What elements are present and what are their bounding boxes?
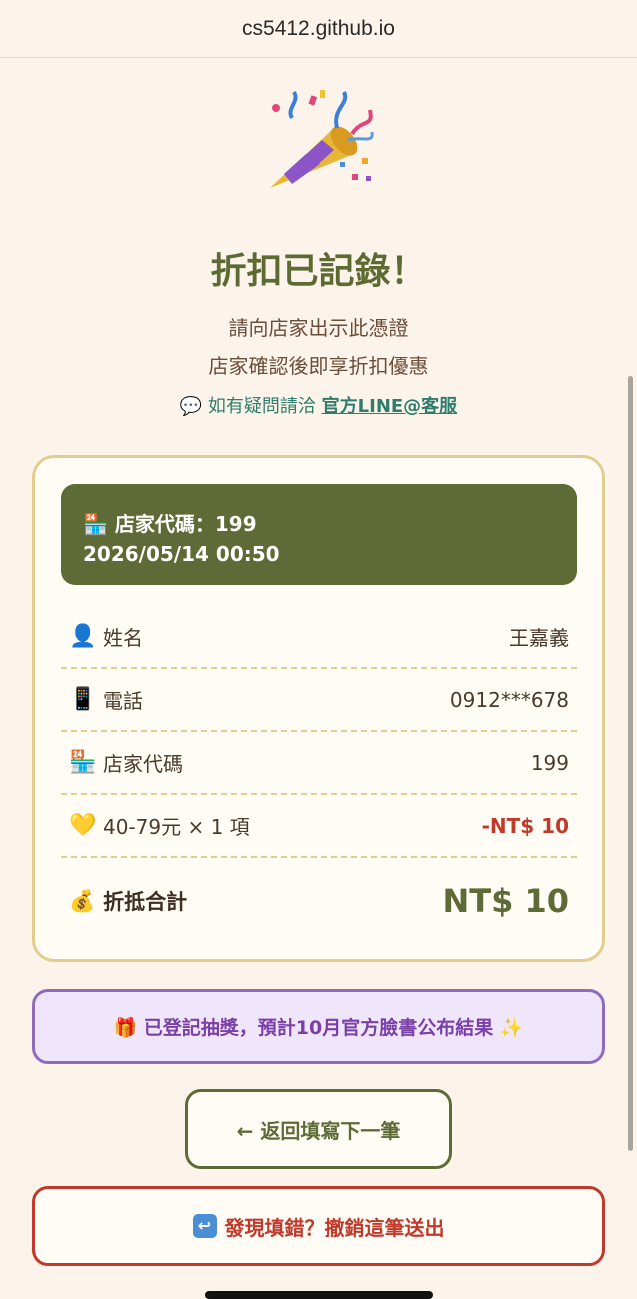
help-text: 💬 如有疑問請洽 官方LINE@客服 [0, 392, 637, 418]
lottery-notice: 🎁 已登記抽獎，預計10月官方臉書公布結果 ✨ [32, 989, 605, 1064]
row-label: 40-79元 × 1 項 [103, 815, 250, 839]
banner-datetime: 2026/05/14 00:50 [83, 542, 280, 566]
money-bag-icon: 💰 [69, 888, 96, 913]
row-name: 👤 姓名 王嘉義 [61, 606, 577, 669]
undo-submission-button[interactable]: ↩ 發現填錯？撤銷這筆送出 [32, 1186, 605, 1266]
total-amount: NT$ 10 [442, 882, 569, 920]
store-banner: 🏪 店家代碼：199 2026/05/14 00:50 [61, 484, 577, 585]
voucher-card: 🏪 店家代碼：199 2026/05/14 00:50 👤 姓名 王嘉義 📱 電話 … [32, 455, 605, 962]
store-icon: 🏪 [69, 750, 97, 775]
browser-url-bar[interactable]: cs5412.github.io [0, 0, 637, 58]
row-phone: 📱 電話 0912***678 [61, 669, 577, 732]
row-label: 店家代碼 [103, 752, 183, 776]
scrollbar[interactable] [628, 376, 633, 1151]
total-row: 💰 折抵合計 NT$ 10 [61, 861, 577, 941]
row-label: 姓名 [103, 626, 143, 650]
undo-label: 發現填錯？撤銷這筆送出 [224, 1215, 445, 1240]
person-icon: 👤 [69, 624, 97, 649]
home-indicator[interactable] [205, 1291, 433, 1299]
phone-icon: 📱 [69, 687, 97, 712]
row-discount-item: 💛 40-79元 × 1 項 -NT$ 10 [61, 795, 577, 858]
row-value: -NT$ 10 [481, 813, 569, 838]
row-value: 199 [530, 750, 569, 775]
row-label: 電話 [103, 689, 143, 713]
back-fill-next-button[interactable]: ← 返回填寫下一筆 [185, 1089, 452, 1169]
row-value: 0912***678 [449, 687, 569, 712]
party-popper-icon [270, 90, 374, 188]
instruction-line-2: 店家確認後即享折扣優惠 [208, 354, 429, 378]
banner-store-code: 🏪 店家代碼：199 [83, 512, 257, 536]
yellow-heart-icon: 💛 [69, 813, 97, 838]
total-label: 折抵合計 [103, 890, 188, 914]
instruction-line-1: 請向店家出示此憑證 [228, 316, 409, 340]
url-text[interactable]: cs5412.github.io [242, 17, 395, 41]
undo-icon: ↩ [192, 1214, 217, 1238]
line-support-link[interactable]: 官方LINE@客服 [322, 396, 458, 417]
page-title: 折扣已記錄！ [210, 251, 427, 292]
row-value: 王嘉義 [509, 626, 569, 650]
help-prefix: 💬 如有疑問請洽 [179, 396, 322, 417]
row-store-code: 🏪 店家代碼 199 [61, 732, 577, 795]
